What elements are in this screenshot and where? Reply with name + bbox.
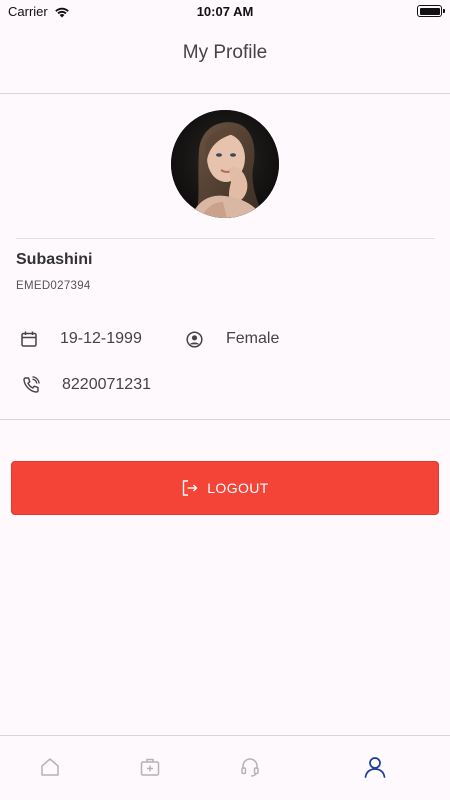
headset-icon (241, 758, 259, 777)
gender-value: Female (226, 330, 280, 347)
avatar (171, 110, 279, 218)
logout-label: LOGOUT (207, 480, 269, 496)
user-icon (364, 757, 386, 778)
profile-photo (171, 110, 279, 218)
tab-profile[interactable] (362, 754, 388, 780)
phone-icon (23, 376, 40, 393)
phone-row: 8220071231 (22, 376, 151, 394)
gender-row: Female (186, 330, 279, 348)
logout-button[interactable]: LOGOUT (11, 461, 439, 515)
status-bar: Carrier 10:07 AM (0, 0, 450, 24)
tab-medical[interactable] (137, 754, 163, 780)
bottom-tab-bar (0, 735, 450, 800)
status-time: 10:07 AM (196, 4, 254, 19)
tab-support[interactable] (237, 754, 263, 780)
dob-value: 19-12-1999 (60, 330, 142, 347)
battery-icon (417, 5, 445, 17)
calendar-icon (21, 331, 37, 347)
home-icon (41, 758, 59, 776)
divider (16, 238, 435, 239)
user-circle-icon (186, 330, 203, 348)
phone-value: 8220071231 (62, 376, 151, 393)
tab-home[interactable] (37, 754, 63, 780)
section-divider (0, 419, 450, 420)
logout-icon (183, 480, 198, 496)
user-name: Subashini (16, 251, 93, 268)
app-header: My Profile (0, 24, 450, 94)
medical-kit-icon (140, 758, 160, 776)
employee-id: EMED027394 (16, 280, 91, 292)
page-title: My Profile (182, 41, 268, 63)
dob-row: 19-12-1999 (20, 330, 142, 348)
